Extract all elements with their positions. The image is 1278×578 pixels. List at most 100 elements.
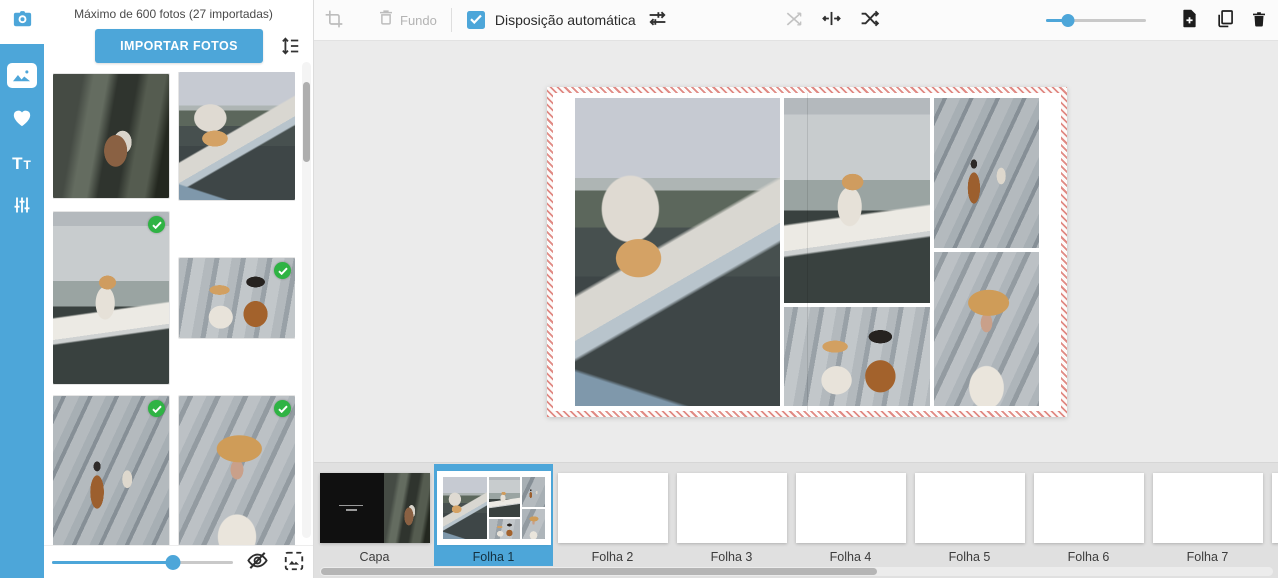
add-page-icon bbox=[1179, 8, 1200, 32]
filmstrip-page[interactable]: Folha 3 bbox=[672, 464, 791, 566]
delete-background-button[interactable]: Fundo bbox=[377, 8, 437, 32]
left-rail: TT bbox=[0, 0, 44, 578]
checkmark-icon bbox=[470, 11, 482, 29]
page-thumbnail[interactable] bbox=[320, 473, 430, 543]
filmstrip-page[interactable]: Folha 4 bbox=[791, 464, 910, 566]
camera-tab[interactable] bbox=[0, 0, 44, 44]
filmstrip-page[interactable] bbox=[1267, 464, 1278, 566]
page-thumbnail[interactable] bbox=[796, 473, 906, 543]
filmstrip-page[interactable]: Folha 6 bbox=[1029, 464, 1148, 566]
library-footer bbox=[44, 545, 313, 578]
rail-tab-photos[interactable] bbox=[3, 53, 41, 97]
page-label: Folha 5 bbox=[949, 550, 991, 564]
rail-tab-adjustments[interactable] bbox=[3, 185, 41, 229]
photo-used-check-icon bbox=[274, 262, 291, 279]
delete-page-button[interactable] bbox=[1250, 9, 1268, 32]
spread-photo-1[interactable] bbox=[575, 98, 780, 406]
book-spread[interactable] bbox=[547, 87, 1067, 417]
layout-settings-button[interactable] bbox=[647, 8, 668, 32]
page-filmstrip: Capa Fol bbox=[314, 462, 1278, 578]
auto-layout-checkbox[interactable] bbox=[467, 11, 485, 29]
crop-button[interactable] bbox=[324, 9, 344, 32]
spread-photo-4[interactable] bbox=[934, 98, 1039, 248]
page-thumbnail[interactable] bbox=[558, 473, 668, 543]
zoom-slider[interactable] bbox=[1046, 13, 1146, 27]
toolbar-divider bbox=[451, 8, 452, 32]
library-photo[interactable] bbox=[179, 396, 295, 545]
duplicate-page-button[interactable] bbox=[1215, 8, 1235, 32]
zoom-slider-thumb[interactable] bbox=[1062, 14, 1075, 27]
cover-art bbox=[320, 473, 430, 543]
library-photo[interactable] bbox=[179, 72, 295, 200]
shuffle-layout-button[interactable] bbox=[859, 8, 880, 32]
show-placeholders-toggle[interactable] bbox=[283, 550, 305, 575]
filmstrip-scrollbar[interactable] bbox=[320, 567, 1273, 576]
photo-grid bbox=[53, 72, 295, 545]
filmstrip-page[interactable]: Capa bbox=[315, 464, 434, 566]
photo-used-check-icon bbox=[274, 400, 291, 417]
page-thumbnail[interactable] bbox=[1272, 473, 1278, 543]
library-photo[interactable] bbox=[53, 74, 169, 198]
library-photo[interactable] bbox=[53, 212, 169, 384]
mini-photo bbox=[522, 477, 545, 507]
slider-thumb[interactable] bbox=[166, 555, 181, 570]
hide-used-photos-toggle[interactable] bbox=[246, 549, 269, 575]
filmstrip-scrollbar-thumb[interactable] bbox=[321, 568, 877, 575]
swap-horizontal-icon bbox=[821, 8, 842, 32]
cover-title-lines bbox=[339, 505, 363, 511]
library-scrollbar-thumb[interactable] bbox=[303, 82, 310, 162]
page-label: Folha 4 bbox=[830, 550, 872, 564]
mini-photo bbox=[522, 509, 545, 539]
page-thumbnail[interactable] bbox=[439, 473, 549, 543]
background-label: Fundo bbox=[400, 13, 437, 28]
photo-used-check-icon bbox=[148, 216, 165, 233]
page-label: Folha 2 bbox=[592, 550, 634, 564]
sort-order-icon bbox=[279, 35, 301, 60]
image-placeholder-icon bbox=[283, 550, 305, 575]
trash-outline-icon bbox=[377, 8, 395, 32]
import-photos-button[interactable]: IMPORTAR FOTOS bbox=[95, 29, 263, 63]
filmstrip-pages: Capa Fol bbox=[315, 464, 1278, 566]
editor-canvas[interactable] bbox=[314, 41, 1278, 462]
swap-photos-button[interactable] bbox=[784, 9, 804, 32]
photo-used-check-icon bbox=[148, 400, 165, 417]
page-label: Folha 3 bbox=[711, 550, 753, 564]
layout-tune-icon bbox=[647, 8, 668, 32]
page-label: Folha 6 bbox=[1068, 550, 1110, 564]
photobook-editor: TT Máximo de 600 fotos (27 importadas) I… bbox=[0, 0, 1278, 578]
vertical-sliders-icon bbox=[12, 195, 32, 220]
page-label: Folha 7 bbox=[1187, 550, 1229, 564]
photos-icon bbox=[7, 63, 37, 88]
swap-photos-icon bbox=[784, 9, 804, 32]
thumbnail-size-slider[interactable] bbox=[52, 555, 233, 569]
photo-library-panel: Máximo de 600 fotos (27 importadas) IMPO… bbox=[44, 0, 314, 578]
photo-limit-text: Máximo de 600 fotos (27 importadas) bbox=[44, 7, 303, 21]
sort-photos-button[interactable] bbox=[279, 36, 301, 58]
shuffle-icon bbox=[859, 8, 880, 32]
library-scrollbar[interactable] bbox=[302, 62, 311, 538]
auto-layout-label: Disposição automática bbox=[495, 12, 636, 28]
camera-icon bbox=[11, 8, 34, 36]
filmstrip-page[interactable]: Folha 2 bbox=[553, 464, 672, 566]
editor-stage: Fundo Disposição automática bbox=[314, 0, 1278, 578]
library-photo[interactable] bbox=[179, 258, 295, 338]
page-thumbnail[interactable] bbox=[677, 473, 787, 543]
page-thumbnail[interactable] bbox=[1034, 473, 1144, 543]
filmstrip-page[interactable]: Folha 7 bbox=[1148, 464, 1267, 566]
spread-photo-5[interactable] bbox=[934, 252, 1039, 406]
library-photo[interactable] bbox=[53, 396, 169, 545]
text-icon: TT bbox=[12, 155, 32, 172]
page-thumbnail[interactable] bbox=[915, 473, 1025, 543]
adjust-split-button[interactable] bbox=[821, 8, 842, 32]
filmstrip-page[interactable]: Folha 1 bbox=[434, 464, 553, 566]
page-thumbnail[interactable] bbox=[1153, 473, 1263, 543]
filmstrip-page[interactable]: Folha 5 bbox=[910, 464, 1029, 566]
mini-photo bbox=[443, 477, 487, 539]
rail-tab-text[interactable]: TT bbox=[3, 141, 41, 185]
eye-off-icon bbox=[246, 549, 269, 575]
add-page-button[interactable] bbox=[1179, 8, 1200, 32]
crop-icon bbox=[324, 9, 344, 32]
rail-tab-favorites[interactable] bbox=[3, 97, 41, 141]
cover-photo bbox=[384, 473, 429, 543]
slider-fill bbox=[52, 561, 173, 564]
